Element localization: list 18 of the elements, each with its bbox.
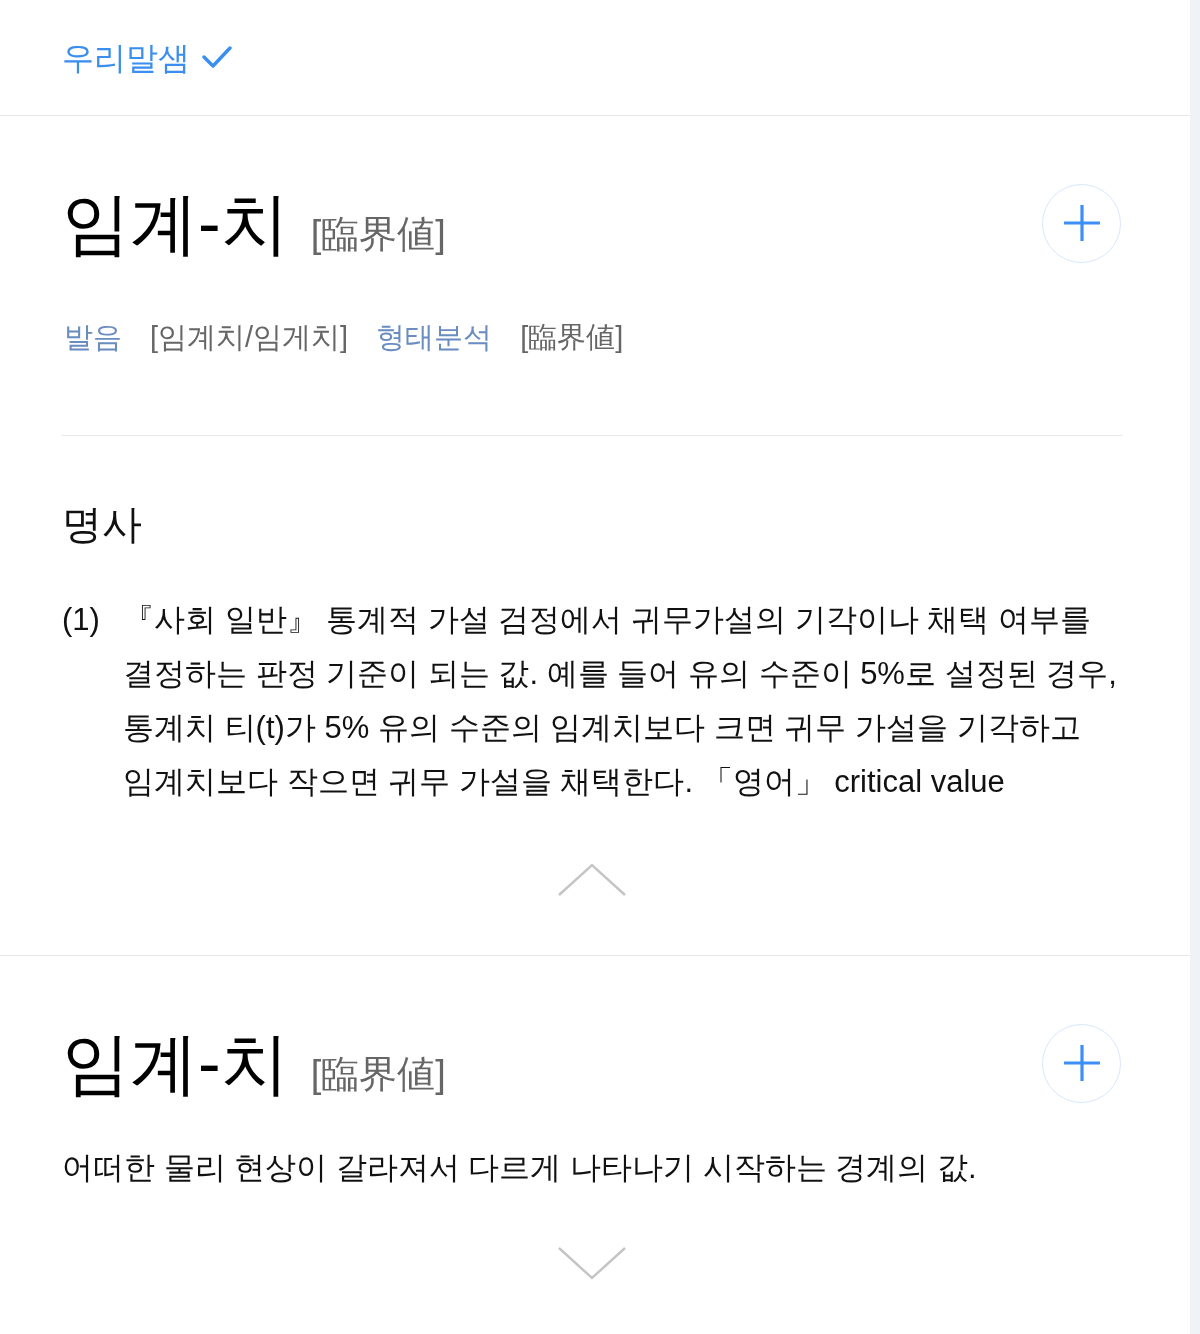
plus-icon: [1062, 204, 1101, 242]
definition-text: 『사회 일반』 통계적 가설 검정에서 귀무가설의 기각이나 채택 여부를 결정하는 판정 기준이 되는 값. 예를 들어 유의 수준이 5%로 설정된 경우, 통계치 티(t)가 5% 유의 수준의 임계치보다 크면 귀무 가설을 기각하고 임계치보다 작으면 귀무 가설을 채택한다. 「영어」 critical value: [123, 601, 1118, 801]
detail-label: 형태분석: [376, 320, 493, 355]
site-title[interactable]: 우리말샘: [62, 37, 190, 78]
sense-number: (1): [62, 601, 101, 639]
definition-text: 어떠한 물리 현상이 갈라져서 다르게 나타나기 시작하는 경계의 값.: [62, 1149, 978, 1187]
part-of-speech: 명사: [62, 501, 143, 548]
detail-label: 발음: [64, 320, 122, 355]
headword: 임계-치: [62, 184, 289, 263]
hanja-text: [臨界値]: [310, 1052, 446, 1097]
chevron-up-icon[interactable]: [558, 863, 626, 897]
detail-value: [臨界値]: [520, 320, 624, 355]
headword: 임계-치: [62, 1024, 289, 1103]
check-icon: [202, 44, 232, 69]
detail-value: [임계치/임게치]: [150, 320, 349, 355]
plus-icon: [1062, 1044, 1101, 1082]
chevron-down-icon[interactable]: [558, 1246, 626, 1280]
hanja-text: [臨界値]: [310, 212, 446, 257]
